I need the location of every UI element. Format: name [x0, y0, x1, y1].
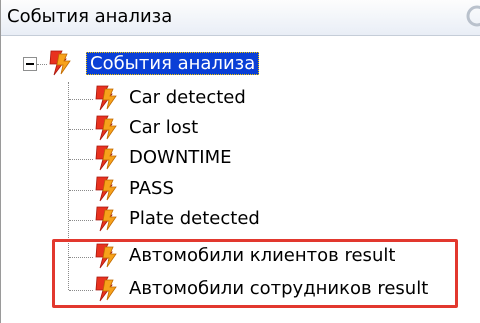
- lightning-bolt-icon: [95, 145, 117, 171]
- tree-connector: [69, 129, 93, 130]
- tree-node-label[interactable]: Car detected: [129, 87, 246, 108]
- lightning-bolt-icon: [95, 176, 117, 202]
- analysis-events-panel: События анализа События анализа Car dete…: [0, 0, 480, 323]
- tree-node-label[interactable]: Car lost: [129, 117, 198, 138]
- tree-connector: [37, 64, 47, 65]
- collapse-toggle-icon[interactable]: [23, 57, 37, 71]
- tree-node-label[interactable]: Plate detected: [129, 208, 260, 229]
- tree-connector: [69, 99, 93, 100]
- panel-header: События анализа: [1, 0, 480, 36]
- tree-connector: [69, 190, 93, 191]
- search-icon: [466, 5, 480, 27]
- highlight-annotation-box: [52, 239, 458, 308]
- lightning-bolt-icon: [95, 206, 117, 232]
- tree-connector: [69, 220, 93, 221]
- tree-connector: [69, 159, 93, 160]
- panel-title: События анализа: [7, 6, 173, 27]
- lightning-bolt-icon: [95, 115, 117, 141]
- lightning-bolt-icon: [95, 85, 117, 111]
- tree-node-label[interactable]: События анализа: [86, 52, 260, 75]
- lightning-bolt-icon: [49, 50, 71, 76]
- tree-node-label[interactable]: PASS: [129, 178, 174, 199]
- tree-node-label[interactable]: DOWNTIME: [129, 147, 232, 168]
